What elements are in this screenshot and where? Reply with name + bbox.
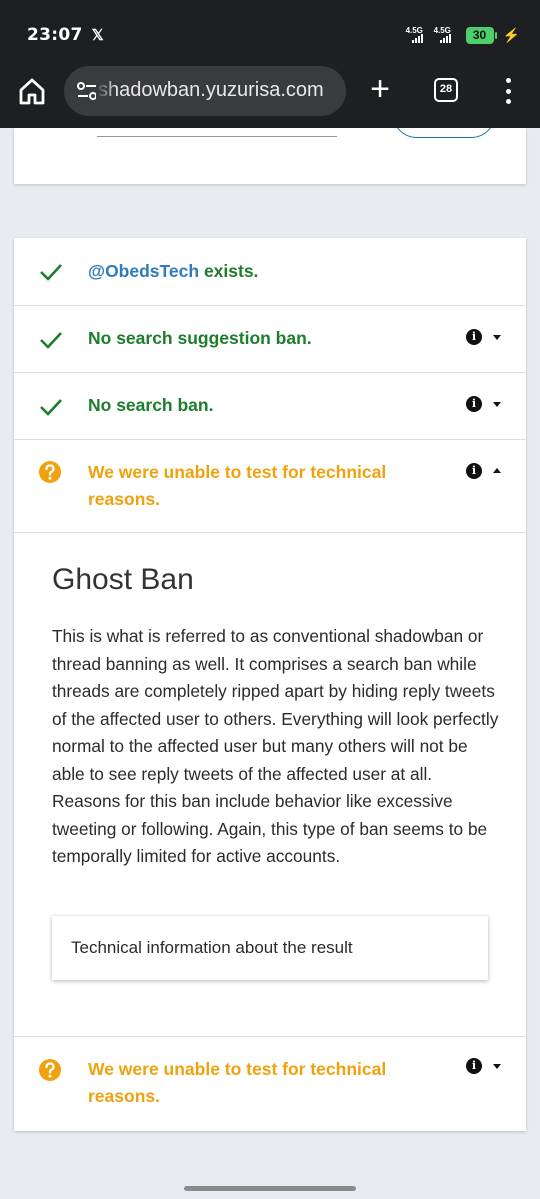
result-row-search-suggestion[interactable]: No search suggestion ban. i <box>14 306 526 373</box>
address-bar[interactable]: shadowban.yuzurisa.com <box>64 66 346 116</box>
info-icon[interactable]: i <box>466 1058 482 1074</box>
result-row-exists: @ObedsTech exists. <box>14 238 526 306</box>
status-bar: 23:07 𝕏 4.5G 4.5G 30 ⚡ <box>27 22 520 48</box>
search-form-card <box>14 128 526 184</box>
technical-info-button[interactable]: Technical information about the result <box>52 916 488 980</box>
check-icon <box>40 264 62 281</box>
result-row-reply-deboosting[interactable]: We were unable to test for technical rea… <box>14 1037 526 1131</box>
detail-title: Ghost Ban <box>52 563 194 596</box>
browser-chrome: 23:07 𝕏 4.5G 4.5G 30 ⚡ shadowban.yuzuris… <box>0 0 540 128</box>
tab-count: 28 <box>439 83 453 95</box>
charging-bolt-icon: ⚡ <box>502 26 520 43</box>
check-button[interactable] <box>392 128 496 138</box>
result-row-search-ban[interactable]: No search ban. i <box>14 373 526 440</box>
site-settings-icon[interactable] <box>76 80 98 102</box>
info-icon[interactable]: i <box>466 329 482 345</box>
technical-info-label: Technical information about the result <box>71 938 353 957</box>
clock: 23:07 <box>27 25 83 45</box>
menu-icon[interactable] <box>500 78 516 104</box>
result-text: exists. <box>199 261 259 281</box>
question-icon <box>39 1059 61 1081</box>
result-row-ghost-ban[interactable]: We were unable to test for technical rea… <box>14 440 526 533</box>
result-text: We were unable to test for technical rea… <box>88 1059 387 1106</box>
chevron-down-icon[interactable] <box>493 335 501 340</box>
chevron-down-icon[interactable] <box>493 1064 501 1069</box>
detail-body: This is what is referred to as conventio… <box>52 626 499 866</box>
tabs-icon[interactable]: 28 <box>434 78 458 102</box>
user-handle-link[interactable]: @ObedsTech <box>88 261 199 281</box>
info-icon[interactable]: i <box>466 463 482 479</box>
username-input[interactable] <box>97 136 337 137</box>
signal-icon: 4.5G <box>406 25 428 45</box>
new-tab-plus-icon[interactable]: + <box>364 72 396 106</box>
info-icon[interactable]: i <box>466 396 482 412</box>
status-icons: 4.5G 4.5G 30 ⚡ <box>406 25 520 45</box>
ghost-ban-detail: Ghost Ban This is what is referred to as… <box>14 533 526 1037</box>
home-icon[interactable] <box>17 76 47 106</box>
battery-level: 30 <box>472 28 487 42</box>
signal-icon: 4.5G <box>434 25 456 45</box>
url-row: shadowban.yuzurisa.com + 28 <box>0 64 540 118</box>
result-text: No search suggestion ban. <box>88 328 312 348</box>
battery-charging-icon: 30 <box>465 26 497 44</box>
check-icon <box>40 399 62 416</box>
x-logo-icon: 𝕏 <box>91 27 104 44</box>
check-icon <box>40 332 62 349</box>
question-icon <box>39 461 61 483</box>
gesture-nav-bar[interactable] <box>184 1186 356 1191</box>
result-text: No search ban. <box>88 395 214 415</box>
result-text: We were unable to test for technical rea… <box>88 462 387 509</box>
results-card: @ObedsTech exists. No search suggestion … <box>14 238 526 1131</box>
url-text: shadowban.yuzurisa.com <box>98 79 324 101</box>
chevron-up-icon[interactable] <box>493 468 501 473</box>
chevron-down-icon[interactable] <box>493 402 501 407</box>
